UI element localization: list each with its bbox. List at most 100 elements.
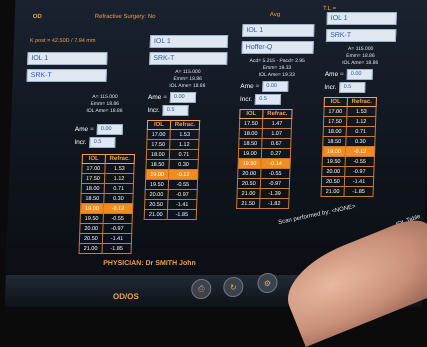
refraction-cell: -0.55: [344, 156, 375, 167]
table-row[interactable]: 20.50 -1.41: [144, 199, 198, 210]
refraction-cell: -0.97: [167, 189, 198, 200]
ame-input[interactable]: 0.00: [96, 124, 123, 135]
table-row[interactable]: 21.00 -1.85: [320, 186, 374, 197]
formula-column-1: IOL 1 SRK-T: [26, 52, 108, 86]
lens-field[interactable]: Hoffer-Q: [241, 41, 314, 54]
incr-input[interactable]: 0.5: [162, 105, 189, 116]
table-row[interactable]: 17.50 1.12: [81, 173, 134, 184]
refraction-cell: -0.55: [260, 168, 291, 179]
ame-input[interactable]: 0.00: [169, 92, 197, 103]
table-row[interactable]: 20.50 -1.41: [321, 176, 374, 187]
table-row[interactable]: 18.50 0.30: [80, 193, 134, 204]
refraction-cell: 1.53: [169, 129, 200, 140]
iol-power-cell: 21.50: [236, 198, 260, 209]
ame-input[interactable]: 0.00: [346, 69, 373, 80]
refraction-cell: 1.12: [104, 173, 134, 184]
iol-power-cell: 21.00: [144, 209, 168, 220]
table-row[interactable]: 17.00 1.53: [146, 129, 200, 140]
refraction-cell: 1.53: [346, 106, 377, 117]
refraction-cell: -0.97: [344, 166, 375, 177]
emmetropia-value: Emm= 19.33: [262, 65, 292, 71]
incr-label: Incr.: [147, 107, 160, 114]
table-row[interactable]: 17.00 1.53: [81, 163, 135, 174]
table-row[interactable]: 20.00 -0.97: [79, 223, 133, 234]
table-row[interactable]: 18.50 0.30: [322, 136, 376, 147]
refraction-cell: 0.30: [103, 193, 134, 204]
table-row[interactable]: 19.00 -0.12: [322, 146, 375, 157]
emmetropia-value: Emm= 18.86: [90, 101, 120, 107]
table-row[interactable]: 20.00 -0.97: [321, 166, 375, 177]
table-row[interactable]: 20.50 -0.97: [237, 178, 290, 189]
refraction-cell: 1.12: [169, 139, 200, 150]
print-icon[interactable]: ⎙: [190, 279, 212, 299]
formula-column-2: IOL 1 SRK-T A= 115.000 Emm= 18.86 IOL Am…: [144, 35, 229, 220]
table-row[interactable]: 17.50 1.12: [146, 139, 200, 150]
iol-power-cell: 18.50: [145, 159, 170, 170]
table-row[interactable]: 19.50 -0.55: [80, 213, 133, 224]
incr-input[interactable]: 0.5: [89, 137, 116, 148]
refraction-cell: 1.53: [104, 163, 135, 174]
odos-button[interactable]: OD/OS: [113, 292, 139, 301]
table-row[interactable]: 21.00 -1.85: [144, 209, 197, 220]
iol-power-cell: 19.50: [145, 179, 169, 190]
iol-power-cell: 20.00: [237, 168, 261, 179]
ame-input[interactable]: 0.00: [262, 81, 289, 92]
refraction-cell: -1.82: [259, 198, 290, 209]
table-row[interactable]: 18.00 0.71: [323, 126, 376, 137]
table-row[interactable]: 18.00 0.71: [146, 149, 199, 160]
iol-power-cell: 17.50: [323, 116, 347, 127]
table-row[interactable]: 19.00 0.27: [238, 148, 291, 159]
formula-field[interactable]: IOL 1: [326, 12, 397, 25]
table-row[interactable]: 20.00 -0.97: [144, 189, 198, 200]
table-row[interactable]: 19.50 -0.14: [237, 158, 291, 169]
table-row[interactable]: 17.50 1.47: [239, 118, 292, 129]
formula-field[interactable]: IOL 1: [242, 24, 315, 37]
table-row[interactable]: 18.00 0.71: [81, 183, 134, 194]
table-row[interactable]: 18.50 0.67: [238, 138, 292, 149]
table-row[interactable]: 19.50 -0.55: [145, 179, 198, 190]
table-row[interactable]: 21.00 -1.85: [79, 243, 132, 254]
iol-power-cell: 17.50: [146, 139, 170, 150]
refresh-icon[interactable]: ↻: [222, 277, 244, 297]
refraction-cell: 0.30: [345, 136, 376, 147]
a-constant: Acd= 5.215 - Pacd= 2.95: [249, 58, 305, 64]
formula-field[interactable]: IOL 1: [149, 35, 229, 48]
refraction-cell: 0.71: [345, 126, 376, 137]
table-row[interactable]: 17.50 1.12: [323, 116, 376, 127]
incr-input[interactable]: 0.5: [254, 94, 282, 105]
iol-header: IOL: [239, 109, 263, 119]
formula-field[interactable]: IOL 1: [27, 52, 108, 65]
table-row[interactable]: 21.50 -1.82: [236, 198, 290, 209]
lens-field[interactable]: SRK-T: [149, 52, 228, 65]
iol-power-cell: 19.50: [237, 158, 262, 169]
table-row[interactable]: 17.00 1.53: [323, 106, 377, 117]
iol-power-cell: 19.00: [80, 203, 104, 214]
incr-label: Incr.: [324, 84, 337, 91]
iol-power-cell: 21.00: [236, 188, 261, 199]
table-row[interactable]: 21.00 -1.39: [236, 188, 290, 199]
table-row[interactable]: 20.00 -0.55: [237, 168, 291, 179]
lens-field[interactable]: SRK-T: [325, 29, 397, 42]
iol-power-cell: 17.00: [81, 163, 105, 174]
iol-power-cell: 18.00: [239, 128, 263, 139]
table-row[interactable]: 18.00 1.07: [239, 128, 292, 139]
refraction-cell: -0.12: [168, 169, 199, 180]
iol-power-cell: 18.00: [146, 149, 170, 160]
a-constant: A= 115.000: [92, 94, 118, 100]
refraction-cell: 0.71: [103, 183, 134, 194]
table-row[interactable]: 19.00 -0.12: [80, 203, 133, 214]
settings-icon[interactable]: ⚙: [257, 273, 278, 293]
surgery-title: Refractive Surgery: No: [94, 14, 156, 20]
refraction-cell: -0.14: [260, 158, 291, 169]
table-row[interactable]: 20.50 -1.41: [79, 233, 132, 244]
iol-header: IOL: [324, 97, 348, 107]
table-row[interactable]: 19.50 -0.55: [322, 156, 375, 167]
incr-input[interactable]: 0.5: [339, 82, 366, 93]
iol-table: IOL Refrac. 17.00 1.53 17.50 1.12 18.00 0.71 18…: [78, 154, 135, 254]
table-row[interactable]: 19.00 -0.12: [145, 169, 199, 180]
incr-label: Incr.: [74, 139, 87, 146]
table-row[interactable]: 18.50 0.30: [145, 159, 199, 170]
ame-label: Ame =: [147, 94, 168, 101]
formula-column-3: IOL 1 Hoffer-Q Acd= 5.215 - Pacd= 2.95 E…: [236, 24, 315, 209]
lens-field[interactable]: SRK-T: [26, 69, 107, 82]
